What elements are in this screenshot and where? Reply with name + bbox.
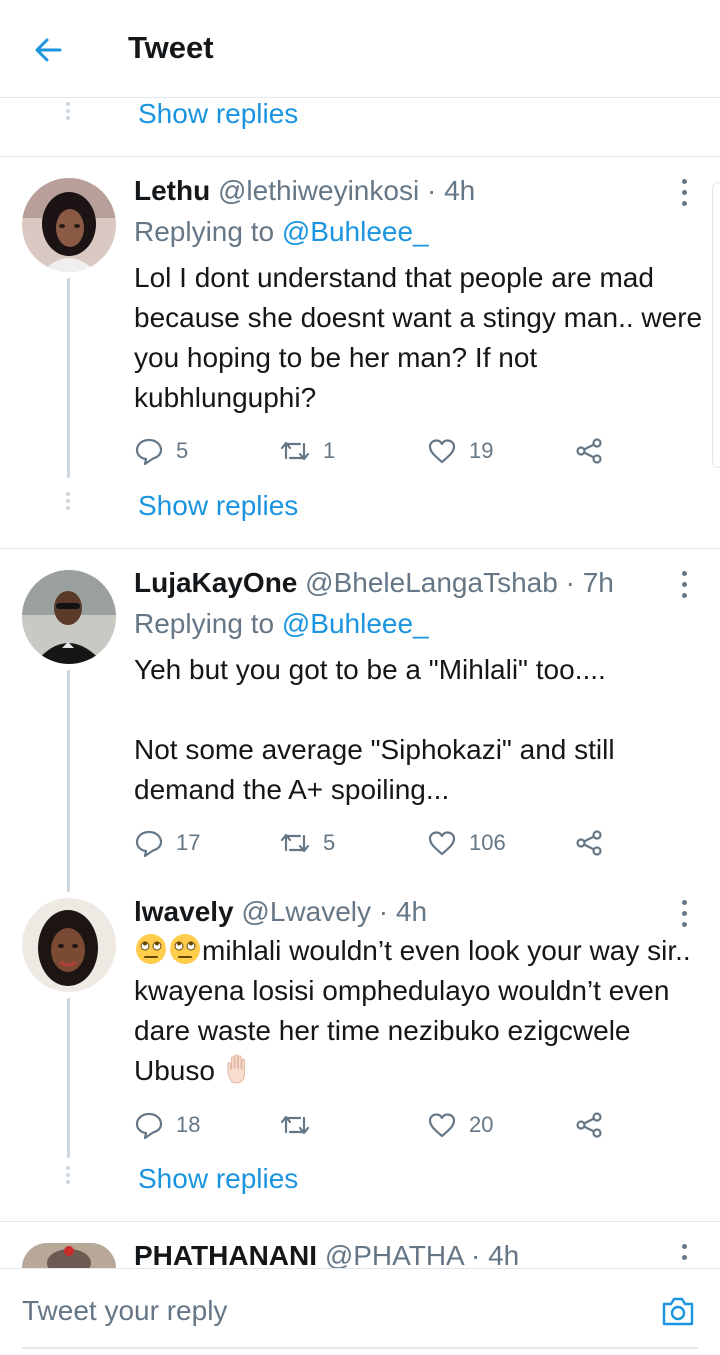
retweet-count: 5 xyxy=(323,830,336,855)
reply-icon xyxy=(135,830,163,858)
tweet-text: Lol I dont understand that people are ma… xyxy=(134,262,710,413)
tweet-header: Lethu @lethiweyinkosi · 4h xyxy=(134,175,475,207)
reply-count: 18 xyxy=(176,1112,201,1137)
reply-button[interactable]: 5 xyxy=(134,431,188,471)
share-button[interactable] xyxy=(574,431,604,471)
more-options-button[interactable] xyxy=(672,175,696,211)
author-handle[interactable]: @lethiweyinkosi xyxy=(218,175,419,206)
share-icon xyxy=(576,830,602,856)
thread-continuation-dots xyxy=(66,1166,72,1187)
more-options-button[interactable] xyxy=(672,896,696,932)
mention-link[interactable]: @Buhleee_ xyxy=(282,216,429,247)
heart-icon xyxy=(428,831,456,856)
rolling-eyes-emoji-icon xyxy=(136,934,166,964)
camera-icon xyxy=(662,1297,694,1326)
author-handle[interactable]: @PHATHA xyxy=(325,1240,463,1268)
like-button[interactable]: 106 xyxy=(427,823,506,863)
thread-line xyxy=(67,278,70,478)
tweet-time: 4h xyxy=(444,175,476,206)
heart-icon xyxy=(428,1113,456,1138)
like-count: 20 xyxy=(469,1112,494,1137)
raised-hand-emoji-icon xyxy=(227,1054,245,1084)
retweet-count: 1 xyxy=(323,438,336,463)
reply-icon xyxy=(135,1112,163,1140)
mention-link[interactable]: @Buhleee_ xyxy=(282,608,429,639)
separator-dot: · xyxy=(470,1240,481,1268)
top-bar: Tweet xyxy=(0,0,720,98)
more-options-button[interactable] xyxy=(672,567,696,603)
retweet-icon xyxy=(280,1115,310,1135)
reply-input[interactable]: Tweet your reply xyxy=(22,1295,227,1327)
tweet-time: 4h xyxy=(488,1240,520,1268)
separator-dot: · xyxy=(426,175,437,206)
tweet-text-wrapper: mihlali wouldn’t even look your way sir.… xyxy=(134,931,709,1091)
separator-dot: · xyxy=(565,567,575,598)
retweet-button[interactable]: 5 xyxy=(279,823,335,863)
reply-button[interactable]: 18 xyxy=(134,1105,200,1145)
avatar[interactable] xyxy=(22,898,116,992)
thread-continuation-dots xyxy=(66,492,72,513)
divider xyxy=(0,1221,720,1222)
author-name[interactable]: LujaKayOne xyxy=(134,567,297,598)
arrow-left-icon xyxy=(35,38,62,62)
replying-prefix: Replying to xyxy=(134,216,275,247)
input-underline xyxy=(22,1347,698,1349)
camera-button[interactable] xyxy=(660,1293,696,1329)
tweet-time: 7h xyxy=(582,567,614,598)
share-icon xyxy=(576,1112,602,1138)
more-options-button[interactable] xyxy=(672,1240,696,1268)
show-replies-link[interactable]: Show replies xyxy=(138,490,298,522)
share-button[interactable] xyxy=(574,1105,604,1145)
share-button[interactable] xyxy=(574,823,604,863)
like-button[interactable]: 20 xyxy=(427,1105,493,1145)
author-name[interactable]: lwavely xyxy=(134,896,234,927)
retweet-button[interactable] xyxy=(279,1105,323,1145)
rolling-eyes-emoji-icon xyxy=(170,934,200,964)
reply-icon xyxy=(135,438,163,466)
show-replies-link[interactable]: Show replies xyxy=(138,1163,298,1195)
replying-to: Replying to @Buhleee_ xyxy=(134,216,429,248)
page-title: Tweet xyxy=(128,30,214,65)
thread-continuation-dots xyxy=(66,102,72,123)
tweet-actions: 18 20 xyxy=(134,1105,614,1145)
retweet-button[interactable]: 1 xyxy=(279,431,335,471)
retweet-icon xyxy=(280,833,310,853)
tweet-actions: 17 5 106 xyxy=(134,823,614,863)
replying-to: Replying to @Buhleee_ xyxy=(134,608,429,640)
tweet-header: LujaKayOne @BheleLangaTshab · 7h xyxy=(134,567,614,599)
avatar[interactable] xyxy=(22,570,116,664)
reply-count: 5 xyxy=(176,438,189,463)
author-name[interactable]: PHATHANANI xyxy=(134,1240,317,1268)
divider xyxy=(0,548,720,549)
share-icon xyxy=(576,438,602,464)
reply-button[interactable]: 17 xyxy=(134,823,200,863)
like-button[interactable]: 19 xyxy=(427,431,493,471)
author-name[interactable]: Lethu xyxy=(134,175,210,206)
tweet-text: mihlali wouldn’t even look your way sir.… xyxy=(134,935,699,1086)
tweet-header: PHATHANANI @PHATHA · 4h xyxy=(134,1240,519,1268)
tweet-text: Yeh but you got to be a "Mihlali" too...… xyxy=(134,654,615,805)
avatar[interactable] xyxy=(22,1243,116,1268)
tweet-time: 4h xyxy=(395,896,428,927)
show-replies-link[interactable]: Show replies xyxy=(138,98,298,130)
replying-prefix: Replying to xyxy=(134,608,275,639)
tweet-header: lwavely @Lwavely · 4h xyxy=(134,896,427,928)
back-button[interactable] xyxy=(28,30,68,70)
avatar[interactable] xyxy=(22,178,116,272)
retweet-icon xyxy=(280,441,310,461)
thread-line xyxy=(67,670,70,892)
tweet-actions: 5 1 19 xyxy=(134,431,614,471)
separator-dot: · xyxy=(378,896,389,927)
scroll-indicator xyxy=(712,182,720,468)
like-count: 19 xyxy=(469,438,494,463)
author-handle[interactable]: @Lwavely xyxy=(241,896,371,927)
reply-count: 17 xyxy=(176,830,201,855)
divider xyxy=(0,156,720,157)
like-count: 106 xyxy=(469,830,506,855)
heart-icon xyxy=(428,439,456,464)
thread-line xyxy=(67,998,70,1158)
author-handle[interactable]: @BheleLangaTshab xyxy=(305,567,558,598)
reply-composer: Tweet your reply xyxy=(0,1268,720,1355)
